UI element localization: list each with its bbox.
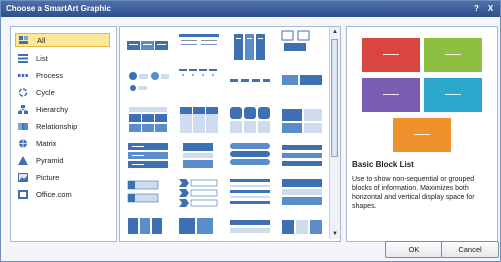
pyramid-icon	[18, 155, 28, 165]
category-label: All	[37, 35, 46, 45]
process-icon	[18, 71, 28, 80]
category-item-list[interactable]: List	[15, 51, 110, 65]
layout-thumbnail[interactable]	[280, 105, 324, 135]
category-label: Cycle	[36, 87, 55, 97]
category-item-matrix[interactable]: Matrix	[15, 136, 110, 150]
layout-thumbnail[interactable]	[280, 30, 324, 60]
layout-thumbnail[interactable]	[280, 177, 324, 207]
category-item-pyramid[interactable]: Pyramid	[15, 153, 110, 167]
close-button[interactable]: X	[485, 3, 496, 14]
category-label: Picture	[36, 172, 60, 182]
layout-thumbnail[interactable]	[228, 177, 272, 207]
all-icon	[19, 35, 29, 45]
preview-block	[362, 78, 420, 112]
scrollbar-thumb[interactable]	[331, 39, 338, 157]
layout-thumbnail[interactable]	[177, 32, 221, 62]
layout-thumbnail[interactable]	[177, 141, 221, 171]
layout-thumbnail[interactable]	[228, 67, 272, 97]
list-icon	[18, 53, 28, 63]
smartart-dialog: Choose a SmartArt Graphic ? X All List P…	[0, 0, 501, 262]
relationship-icon	[18, 122, 28, 131]
layout-thumbnail[interactable]	[228, 32, 272, 62]
matrix-icon	[18, 139, 28, 148]
preview-block	[424, 78, 482, 112]
dialog-title: Choose a SmartArt Graphic	[6, 4, 111, 13]
cycle-icon	[18, 87, 28, 97]
category-list: All List Process Cycle Hierarchy Relatio…	[10, 26, 117, 242]
category-item-cycle[interactable]: Cycle	[15, 85, 110, 99]
layout-thumbnail[interactable]	[126, 105, 170, 135]
scroll-down-icon[interactable]: ▼	[331, 230, 339, 238]
category-label: Office.com	[36, 189, 72, 199]
category-item-all[interactable]: All	[15, 33, 110, 47]
category-item-hierarchy[interactable]: Hierarchy	[15, 102, 110, 116]
layout-thumbnail[interactable]	[228, 214, 272, 238]
layout-thumbnail[interactable]	[228, 141, 272, 171]
category-item-office-com[interactable]: Office.com	[15, 187, 110, 201]
category-item-process[interactable]: Process	[15, 68, 110, 82]
cancel-button[interactable]: Cancel	[441, 241, 499, 258]
help-button[interactable]: ?	[471, 3, 482, 14]
preview-description: Use to show non-sequential or grouped bl…	[352, 176, 475, 210]
layout-thumbnail[interactable]	[177, 67, 221, 97]
layout-thumbnail[interactable]	[126, 32, 170, 62]
category-item-picture[interactable]: Picture	[15, 170, 110, 184]
layout-thumbnail[interactable]	[126, 141, 170, 171]
category-item-relationship[interactable]: Relationship	[15, 119, 110, 133]
category-label: Hierarchy	[36, 104, 69, 114]
preview-graphic	[355, 35, 489, 157]
ok-button[interactable]: OK	[385, 241, 443, 258]
office-icon	[18, 189, 28, 199]
preview-title: Basic Block List	[352, 160, 414, 169]
hierarchy-icon	[18, 104, 28, 114]
layout-thumbnail[interactable]	[280, 141, 324, 171]
layout-thumbnail[interactable]	[228, 105, 272, 135]
layout-thumbnail[interactable]	[280, 214, 324, 238]
picture-icon	[18, 172, 28, 182]
preview-block	[393, 118, 451, 152]
layout-thumbnail[interactable]	[126, 67, 170, 97]
layout-gallery: ▲ ▼	[119, 26, 341, 242]
gallery-scrollbar[interactable]: ▲ ▼	[329, 27, 340, 239]
layout-thumbnail[interactable]	[177, 177, 221, 207]
layout-thumbnail[interactable]	[280, 67, 324, 97]
category-label: Pyramid	[36, 155, 64, 165]
scroll-up-icon[interactable]: ▲	[331, 28, 339, 36]
layout-thumbnail[interactable]	[177, 105, 221, 135]
preview-block	[362, 38, 420, 72]
category-label: Process	[36, 70, 64, 80]
preview-pane: Basic Block List Use to show non-sequent…	[346, 26, 498, 242]
category-label: Matrix	[36, 138, 57, 148]
category-label: Relationship	[36, 121, 78, 131]
layout-thumbnail[interactable]	[126, 177, 170, 207]
category-label: List	[36, 53, 48, 63]
layout-thumbnail[interactable]	[177, 214, 221, 238]
layout-thumbnail[interactable]	[126, 214, 170, 238]
title-bar: Choose a SmartArt Graphic ? X	[1, 1, 500, 17]
preview-block	[424, 38, 482, 72]
